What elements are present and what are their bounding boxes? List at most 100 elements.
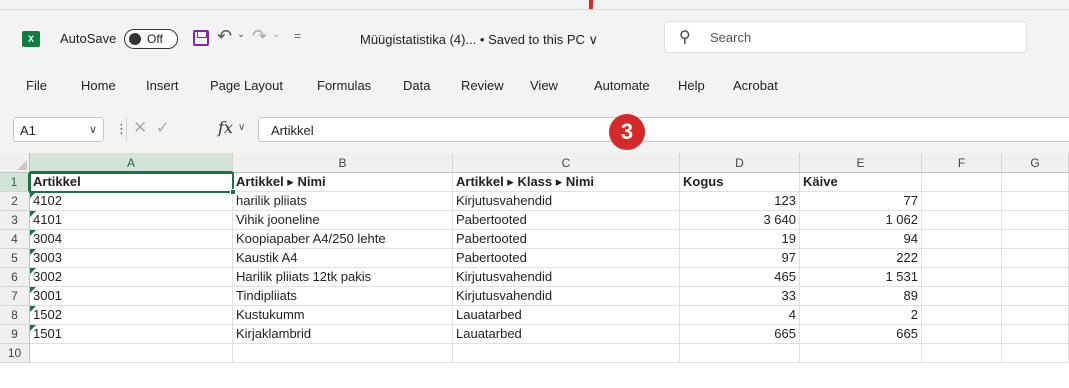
table-cell[interactable] [1002,325,1069,344]
table-cell[interactable]: Pabertooted [453,249,680,268]
undo-icon[interactable]: ↶ [217,26,232,47]
table-cell[interactable]: Kirjutusvahendid [453,192,680,211]
table-cell[interactable] [800,344,922,363]
autosave-toggle[interactable]: Off [124,29,178,49]
table-cell[interactable] [30,344,233,363]
spreadsheet-grid[interactable]: A B C D E F G 1 2 3 4 5 6 7 8 9 10 Artikkel Artikkel ▸ Nim… [0,153,1069,388]
formula-input[interactable]: Artikkel [258,117,1069,142]
table-cell[interactable]: Koopiapaber A4/250 lehte [233,230,453,249]
table-cell[interactable]: 4 [680,306,800,325]
header-cell[interactable]: Kogus [680,173,800,192]
table-cell[interactable] [922,325,1002,344]
cancel-icon[interactable]: ✕ [133,118,147,138]
table-cell[interactable] [922,268,1002,287]
row-header-9[interactable]: 9 [0,325,30,344]
row-header-3[interactable]: 3 [0,211,30,230]
table-cell[interactable]: 222 [800,249,922,268]
table-cell[interactable] [922,192,1002,211]
table-cell[interactable]: Harilik pliiats 12tk pakis [233,268,453,287]
row-header-4[interactable]: 4 [0,230,30,249]
row-header-5[interactable]: 5 [0,249,30,268]
table-cell[interactable]: 33 [680,287,800,306]
column-header-d[interactable]: D [680,153,800,173]
table-cell[interactable]: 465 [680,268,800,287]
table-cell[interactable] [1002,173,1069,192]
table-cell[interactable] [1002,268,1069,287]
table-cell[interactable]: 77 [800,192,922,211]
table-cell[interactable]: Pabertooted [453,230,680,249]
excel-logo-icon[interactable]: X [22,31,40,47]
column-header-b[interactable]: B [233,153,453,173]
table-cell[interactable] [922,306,1002,325]
tab-formulas[interactable]: Formulas [317,78,371,93]
column-header-g[interactable]: G [1002,153,1069,173]
table-cell[interactable]: Kirjutusvahendid [453,287,680,306]
table-cell[interactable] [453,344,680,363]
tab-file[interactable]: File [26,78,47,93]
row-header-1[interactable]: 1 [0,173,30,192]
table-cell[interactable] [1002,287,1069,306]
table-cell[interactable] [922,287,1002,306]
tab-acrobat[interactable]: Acrobat [733,78,778,93]
table-cell[interactable]: Vihik jooneline [233,211,453,230]
table-cell[interactable]: Kirjutusvahendid [453,268,680,287]
tab-help[interactable]: Help [678,78,705,93]
table-cell[interactable]: 4101 [30,211,233,230]
redo-icon[interactable]: ↷ [252,26,267,47]
table-cell[interactable]: 1 531 [800,268,922,287]
row-header-6[interactable]: 6 [0,268,30,287]
table-cell[interactable]: Kaustik A4 [233,249,453,268]
tab-insert[interactable]: Insert [146,78,179,93]
table-cell[interactable] [922,230,1002,249]
table-cell[interactable] [1002,192,1069,211]
table-cell[interactable]: 665 [800,325,922,344]
table-cell[interactable] [922,344,1002,363]
table-cell[interactable]: 19 [680,230,800,249]
table-cell[interactable]: 3003 [30,249,233,268]
table-cell[interactable] [1002,230,1069,249]
table-cell[interactable]: 4102 [30,192,233,211]
name-box[interactable]: A1 ∨ [13,117,104,142]
table-cell[interactable]: 3 640 [680,211,800,230]
table-cell[interactable]: Kirjaklambrid [233,325,453,344]
header-cell[interactable]: Artikkel ▸ Klass ▸ Nimi [453,173,680,192]
table-cell[interactable]: 123 [680,192,800,211]
tab-review[interactable]: Review [461,78,504,93]
table-cell[interactable] [922,249,1002,268]
row-header-8[interactable]: 8 [0,306,30,325]
table-cell[interactable]: 3002 [30,268,233,287]
tab-data[interactable]: Data [403,78,430,93]
table-cell[interactable]: 1501 [30,325,233,344]
fill-handle[interactable] [230,189,236,195]
column-header-c[interactable]: C [453,153,680,173]
table-cell[interactable]: 97 [680,249,800,268]
table-cell[interactable]: 1502 [30,306,233,325]
table-cell[interactable]: Lauatarbed [453,306,680,325]
table-cell[interactable]: 89 [800,287,922,306]
table-cell[interactable] [1002,344,1069,363]
select-all-corner[interactable] [0,153,30,173]
table-cell[interactable] [680,344,800,363]
column-header-e[interactable]: E [800,153,922,173]
column-header-a[interactable]: A [30,153,233,173]
table-cell[interactable]: 3001 [30,287,233,306]
table-cell[interactable]: Kustukumm [233,306,453,325]
table-cell[interactable]: 94 [800,230,922,249]
row-header-7[interactable]: 7 [0,287,30,306]
table-cell[interactable] [922,173,1002,192]
redo-dropdown-icon[interactable]: ⌄ [272,29,280,40]
undo-dropdown-icon[interactable]: ⌄ [237,29,245,40]
header-cell[interactable]: Käive [800,173,922,192]
customize-toolbar-icon[interactable]: = [294,29,301,43]
table-cell[interactable]: 2 [800,306,922,325]
header-cell[interactable]: Artikkel ▸ Nimi [233,173,453,192]
tab-page-layout[interactable]: Page Layout [210,78,283,93]
row-header-10[interactable]: 10 [0,344,30,363]
table-cell[interactable]: Tindipliiats [233,287,453,306]
table-cell[interactable]: 3004 [30,230,233,249]
document-title[interactable]: Müügistatistika (4)... • Saved to this P… [360,32,598,48]
row-header-2[interactable]: 2 [0,192,30,211]
search-box[interactable]: ⚲ Search [664,21,1027,53]
save-icon[interactable] [193,30,209,46]
column-header-f[interactable]: F [922,153,1002,173]
